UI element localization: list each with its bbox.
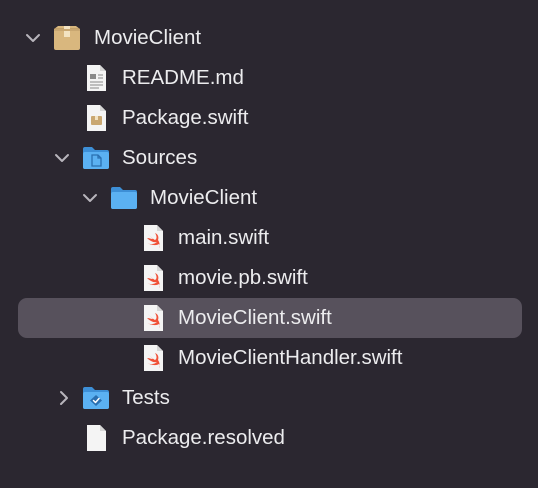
sources-folder-icon <box>81 143 111 173</box>
tests-folder-icon <box>81 383 111 413</box>
tree-label: MovieClient.swift <box>178 306 332 329</box>
tree-label: movie.pb.swift <box>178 266 308 289</box>
tree-row-movieclienthandler-swift[interactable]: MovieClientHandler.swift <box>0 338 538 378</box>
chevron-down-icon[interactable] <box>23 28 43 48</box>
file-icon <box>81 423 111 453</box>
chevron-down-icon[interactable] <box>80 188 100 208</box>
swift-file-icon <box>138 343 168 373</box>
tree-label: main.swift <box>178 226 270 249</box>
swift-file-icon <box>138 223 168 253</box>
package-icon <box>52 23 82 53</box>
markdown-file-icon <box>81 63 111 93</box>
tree-row-movie-pb-swift[interactable]: movie.pb.swift <box>0 258 538 298</box>
chevron-down-icon[interactable] <box>52 148 72 168</box>
tree-label: MovieClient <box>94 26 202 49</box>
chevron-right-icon[interactable] <box>54 388 74 408</box>
tree-label: Tests <box>122 386 170 409</box>
tree-row-sources[interactable]: Sources <box>0 138 538 178</box>
tree-row-movieclient-package[interactable]: MovieClient <box>0 18 538 58</box>
tree-row-tests[interactable]: Tests <box>0 378 538 418</box>
project-navigator: MovieClient README.md Package.swift Sour… <box>0 0 538 488</box>
tree-label: MovieClient <box>150 186 258 209</box>
swift-file-icon <box>138 263 168 293</box>
tree-row-package-resolved[interactable]: Package.resolved <box>0 418 538 458</box>
tree-label: Sources <box>122 146 198 169</box>
tree-row-movieclient-swift[interactable]: MovieClient.swift <box>0 298 538 338</box>
tree-label: Package.swift <box>122 106 249 129</box>
swift-file-icon <box>138 303 168 333</box>
tree-label: MovieClientHandler.swift <box>178 346 403 369</box>
tree-label: Package.resolved <box>122 426 285 449</box>
tree-label: README.md <box>122 66 244 89</box>
tree-row-movieclient-folder[interactable]: MovieClient <box>0 178 538 218</box>
folder-icon <box>109 183 139 213</box>
tree-row-readme[interactable]: README.md <box>0 58 538 98</box>
tree-row-main-swift[interactable]: main.swift <box>0 218 538 258</box>
tree-row-package-swift[interactable]: Package.swift <box>0 98 538 138</box>
package-manifest-icon <box>81 103 111 133</box>
